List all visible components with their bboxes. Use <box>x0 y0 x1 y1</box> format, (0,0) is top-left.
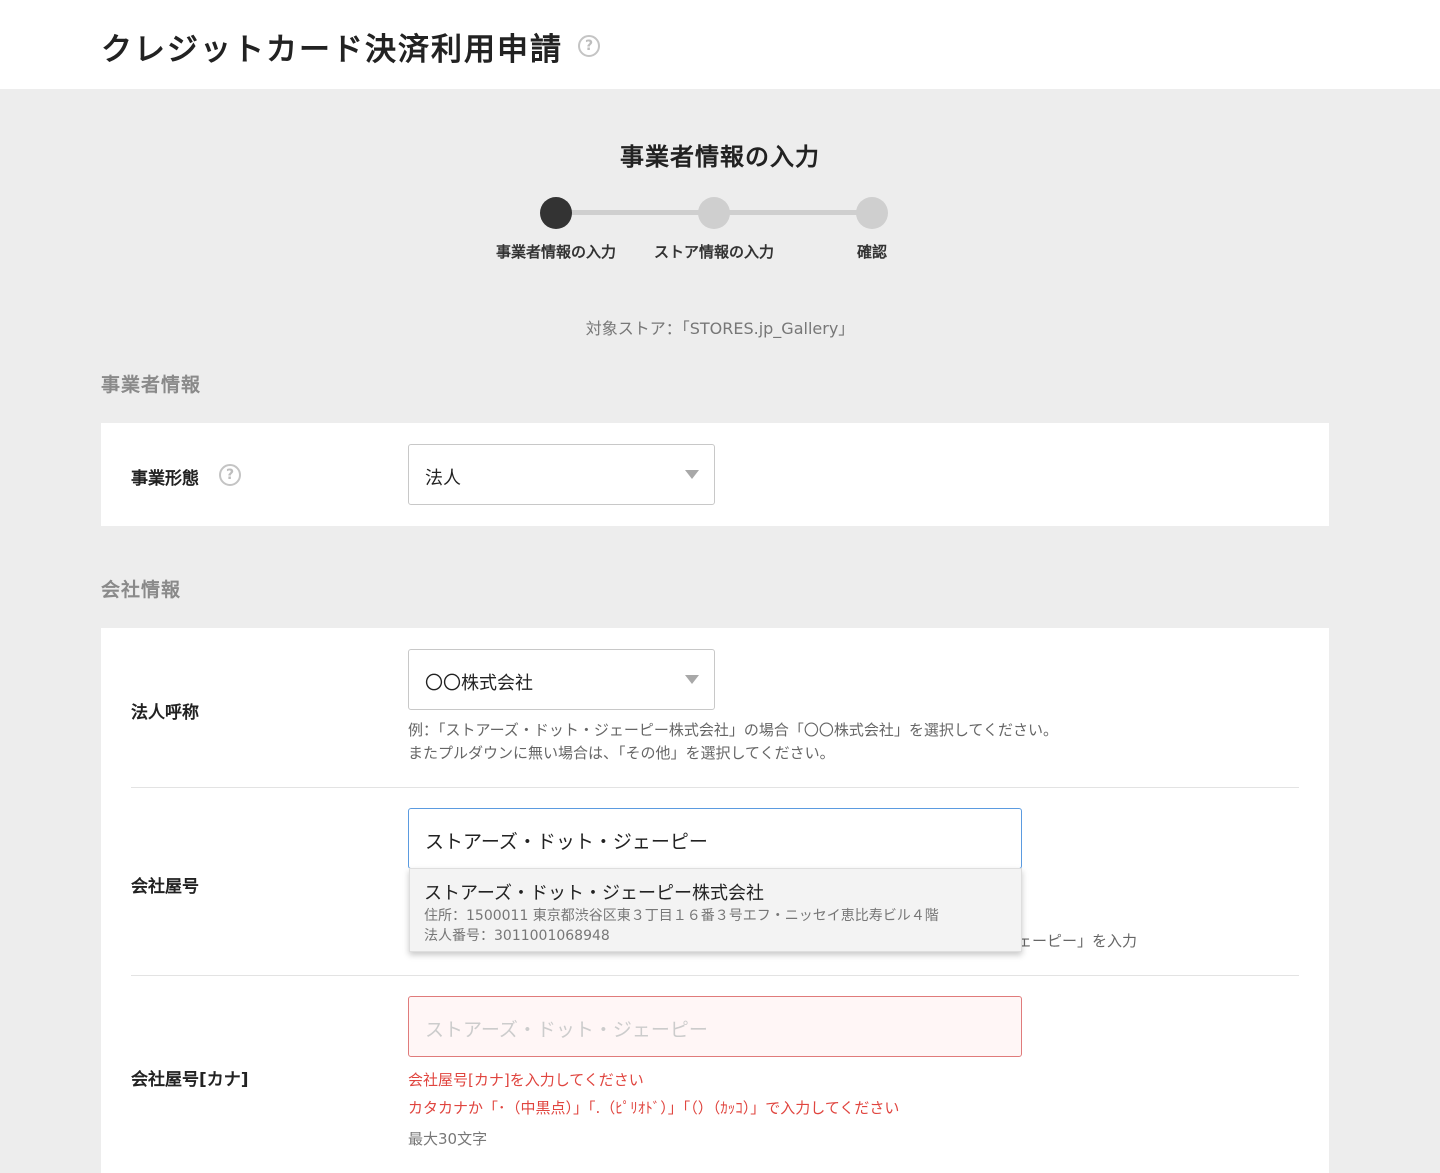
progress-stepper: 事業者情報の入力 ストア情報の入力 確認 <box>470 196 970 266</box>
step-dot-2 <box>698 197 730 229</box>
corporate-title-hint-1: 例：「ストアーズ・ドット・ジェーピー株式会社」の場合「〇〇株式会社」を選択してく… <box>408 721 1058 739</box>
company-kana-error-format: カタカナか「･（中黒点）」「.（ﾋﾟﾘｵﾄﾞ）」「（）（ｶｯｺ）」で入力してくだ… <box>408 1099 900 1117</box>
chevron-down-icon <box>685 470 699 479</box>
target-store-text: 対象ストア：「STORES.jp_Gallery」 <box>585 319 855 338</box>
company-kana-error-required: 会社屋号[カナ]を入力してください <box>408 1071 644 1089</box>
business-type-help-icon[interactable]: ? <box>219 464 241 486</box>
page-title: クレジットカード決済利用申請 <box>101 32 563 68</box>
company-name-hint: ェーピー」を入力 <box>1017 932 1138 950</box>
step-label-3: 確認 <box>856 243 887 261</box>
step-connector <box>714 210 872 215</box>
company-kana-label: 会社屋号[カナ] <box>131 1070 249 1090</box>
company-suggestion-item[interactable]: ストアーズ・ドット・ジェーピー株式会社 住所：1500011 東京都渋谷区東３丁… <box>409 868 1022 952</box>
company-kana-placeholder: ストアーズ・ドット・ジェーピー <box>425 1019 708 1041</box>
business-type-select[interactable]: 法人 <box>408 444 715 505</box>
company-kana-input[interactable]: ストアーズ・ドット・ジェーピー <box>408 996 1022 1057</box>
step-dot-3 <box>856 197 888 229</box>
business-info-card: 事業形態 ? 法人 <box>101 423 1329 526</box>
help-icon[interactable]: ? <box>578 35 600 57</box>
corporate-title-select[interactable]: 〇〇株式会社 <box>408 649 715 710</box>
step-label-1: 事業者情報の入力 <box>495 243 616 261</box>
section-heading-company: 会社情報 <box>101 579 182 601</box>
step-dot-1 <box>540 197 572 229</box>
company-name-input[interactable]: ストアーズ・ドット・ジェーピー <box>408 808 1022 869</box>
corporate-title-label: 法人呼称 <box>131 703 199 723</box>
step-label-2: ストア情報の入力 <box>653 243 774 261</box>
business-type-value: 法人 <box>425 468 461 489</box>
page-header: クレジットカード決済利用申請 ? <box>0 0 1440 89</box>
step-title: 事業者情報の入力 <box>620 143 820 171</box>
chevron-down-icon <box>685 675 699 684</box>
business-type-label: 事業形態 <box>131 469 199 489</box>
step-connector <box>556 210 714 215</box>
corporate-title-hint-2: またプルダウンに無い場合は、「その他」を選択してください。 <box>408 744 835 762</box>
company-name-value: ストアーズ・ドット・ジェーピー <box>425 831 708 853</box>
row-divider <box>131 787 1299 788</box>
suggestion-corp-number: 法人番号：3011001068948 <box>424 928 610 944</box>
suggestion-company-name: ストアーズ・ドット・ジェーピー株式会社 <box>424 883 765 904</box>
company-kana-max-length: 最大30文字 <box>408 1130 488 1148</box>
company-name-label: 会社屋号 <box>131 877 199 897</box>
row-divider <box>131 975 1299 976</box>
suggestion-address: 住所：1500011 東京都渋谷区東３丁目１６番３号エフ・ニッセイ恵比寿ビル４階 <box>424 908 939 924</box>
corporate-title-value: 〇〇株式会社 <box>425 673 533 694</box>
section-heading-business: 事業者情報 <box>101 374 202 396</box>
